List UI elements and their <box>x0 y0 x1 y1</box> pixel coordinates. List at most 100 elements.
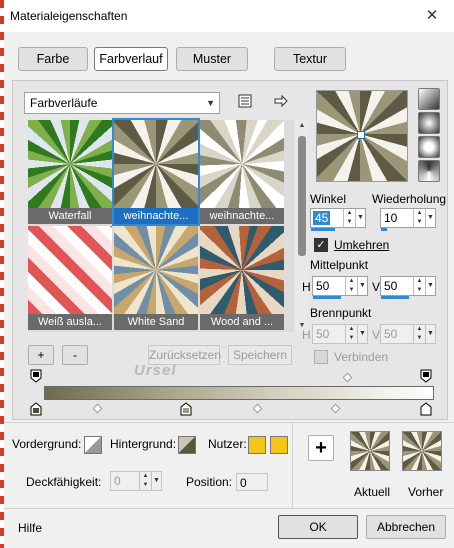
gradient-label: Waterfall <box>48 210 92 222</box>
gradient-swatch <box>114 226 198 314</box>
user-label: Nutzer: <box>208 437 247 451</box>
remove-stop-button[interactable]: - <box>62 345 88 365</box>
spinner-arrows-icon[interactable]: ▲ ▼ <box>343 209 355 227</box>
gradient-tile[interactable]: White Sand <box>114 226 198 330</box>
gradient-tile[interactable]: Waterfall <box>28 120 112 224</box>
scroll-up-icon[interactable]: ▲ <box>296 120 308 132</box>
center-h-value[interactable]: 50 <box>313 277 329 295</box>
foreground-swatch[interactable] <box>84 436 102 454</box>
focus-v-spinner: 50 ▲ ▼ ▼ <box>380 324 436 344</box>
focus-label: Brennpunkt <box>310 306 372 320</box>
cancel-button[interactable]: Abbrechen <box>366 515 446 539</box>
gradient-label: weihnachte... <box>209 210 275 222</box>
angle-spinner[interactable]: 45 ▲ ▼ ▼ <box>310 208 366 231</box>
watermark-text: Ursel <box>134 362 177 379</box>
chevron-down-icon: ▼ <box>357 325 367 343</box>
spinner-arrows-icon[interactable]: ▲ ▼ <box>413 277 425 295</box>
spinner-arrows-icon[interactable]: ▲ ▼ <box>345 277 357 295</box>
opacity-value: 0 <box>114 474 121 488</box>
opacity-spinner: 0 ▲ ▼ ▼ <box>110 471 162 491</box>
background-label: Hintergrund: <box>110 437 177 451</box>
radial-style-button[interactable] <box>418 136 440 158</box>
center-h-spinner[interactable]: 50 ▲ ▼ ▼ <box>312 276 368 299</box>
window-title: Materialeigenschaften <box>10 9 128 23</box>
user-color-swatch-2[interactable] <box>270 436 288 454</box>
rectangular-style-button[interactable] <box>418 112 440 134</box>
repeat-label: Wiederholung <box>372 192 447 206</box>
color-options-area: Vordergrund: Hintergrund: Nutzer: Deckfä… <box>4 422 454 509</box>
gradient-swatch <box>28 120 112 208</box>
opacity-stop-right[interactable] <box>420 369 432 383</box>
current-label: Aktuell <box>354 485 391 499</box>
ok-button[interactable]: OK <box>278 515 358 539</box>
chevron-down-icon[interactable]: ▼ <box>355 209 365 227</box>
tab-muster[interactable]: Muster <box>176 47 248 71</box>
gradient-tile[interactable]: weihnachte... <box>112 118 200 226</box>
focus-h-value: 50 <box>316 327 330 341</box>
gradient-swatch <box>28 226 112 314</box>
spinner-arrows-icon: ▲ ▼ <box>139 472 151 490</box>
sunburst-style-button[interactable] <box>418 160 440 182</box>
gradient-scrollbar[interactable]: ▲ ▼ <box>296 120 308 332</box>
chevron-down-icon: ▼ <box>425 325 435 343</box>
repeat-value[interactable]: 10 <box>381 209 397 227</box>
center-h-label: H <box>302 280 311 294</box>
center-v-label: V <box>372 280 381 294</box>
tab-farbe[interactable]: Farbe <box>18 47 88 71</box>
angle-label: Winkel <box>310 192 347 206</box>
center-h-level-bar <box>313 296 341 299</box>
color-stop-right[interactable] <box>420 402 432 416</box>
gradient-tile[interactable]: Weiß ausla... <box>28 226 112 330</box>
background-swatch[interactable] <box>178 436 196 454</box>
center-v-spinner[interactable]: 50 ▲ ▼ ▼ <box>380 276 436 299</box>
opacity-stop-left[interactable] <box>30 369 42 383</box>
arrow-right-icon[interactable] <box>272 93 290 111</box>
chevron-down-icon[interactable]: ▼ <box>357 277 367 295</box>
center-v-value[interactable]: 50 <box>381 277 397 295</box>
invert-checkbox[interactable]: ✓ <box>314 238 328 252</box>
repeat-level-bar <box>381 228 387 231</box>
previous-swatch[interactable] <box>402 431 442 471</box>
foreground-label: Vordergrund: <box>12 437 82 451</box>
angle-value[interactable]: 45 <box>313 211 331 225</box>
user-color-swatch-1[interactable] <box>248 436 266 454</box>
focus-v-label: V <box>372 328 381 342</box>
gradient-swatch <box>114 120 198 208</box>
material-properties-dialog: Materialeigenschaften ✕ Farbe Farbverlau… <box>4 0 454 548</box>
spinner-arrows-icon[interactable]: ▲ ▼ <box>413 209 425 227</box>
current-swatch[interactable] <box>350 431 390 471</box>
center-v-level-bar <box>381 296 409 299</box>
gradient-category-select[interactable]: Farbverläufe ▼ <box>24 92 220 114</box>
position-input: 0 <box>236 473 268 491</box>
gradient-library-icon[interactable] <box>236 93 254 111</box>
gradient-tile[interactable]: Wood and ... <box>200 226 284 330</box>
chevron-down-icon: ▼ <box>206 98 215 108</box>
repeat-spinner[interactable]: 10 ▲ ▼ ▼ <box>380 208 436 231</box>
position-label: Position: <box>186 475 233 489</box>
focus-h-spinner: 50 ▲ ▼ ▼ <box>312 324 368 344</box>
gradient-tile[interactable]: weihnachte... <box>200 120 284 224</box>
add-stop-button[interactable]: + <box>28 345 54 365</box>
tab-farbverlauf[interactable]: Farbverlauf <box>94 47 168 71</box>
gradient-swatch <box>200 120 284 208</box>
invert-label: Umkehren <box>334 238 390 252</box>
link-label: Verbinden <box>334 350 389 364</box>
chevron-down-icon[interactable]: ▼ <box>425 209 435 227</box>
chevron-down-icon[interactable]: ▼ <box>425 277 435 295</box>
gradient-preview[interactable] <box>316 90 408 182</box>
close-icon[interactable]: ✕ <box>420 4 444 28</box>
tab-bar: Farbe Farbverlauf Muster Textur <box>4 40 454 78</box>
color-stop-left[interactable] <box>30 402 42 416</box>
gradient-category-value: Farbverläufe <box>30 96 98 110</box>
help-link[interactable]: Hilfe <box>18 521 42 535</box>
tab-textur[interactable]: Textur <box>274 47 346 71</box>
linear-style-button[interactable] <box>418 88 440 110</box>
scrollbar-thumb[interactable] <box>298 136 306 256</box>
add-to-swatches-button[interactable]: + <box>308 435 334 461</box>
gradient-label: Wood and ... <box>210 316 274 328</box>
gradient-editor-bar[interactable] <box>44 386 434 400</box>
color-stop-middle[interactable] <box>180 402 192 416</box>
center-point-handle[interactable] <box>357 131 365 139</box>
center-label: Mittelpunkt <box>310 258 369 272</box>
gradient-label: White Sand <box>127 316 185 328</box>
